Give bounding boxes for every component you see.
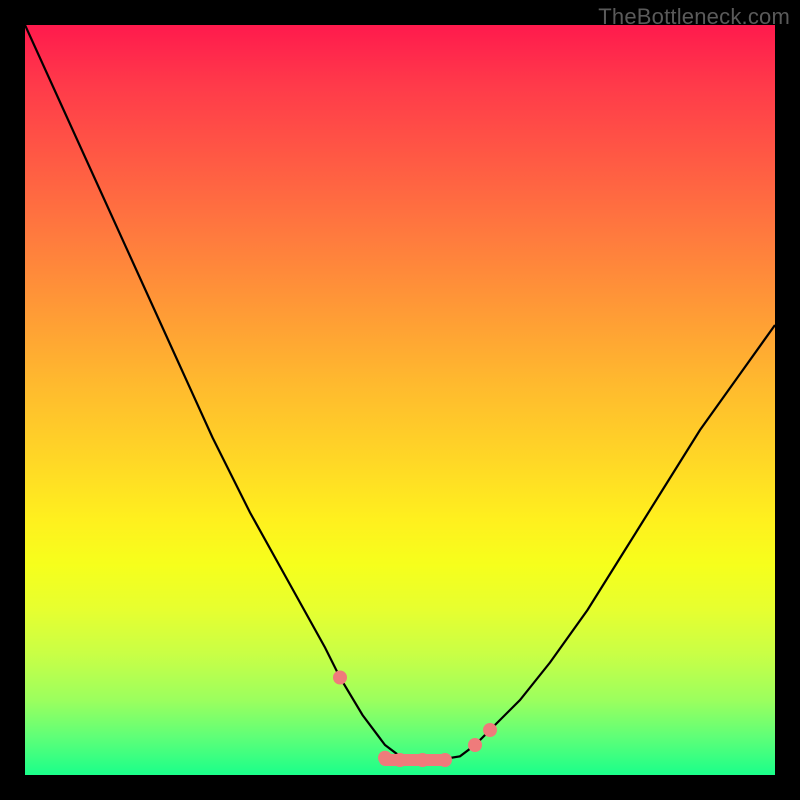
marker-dot [483,723,497,737]
marker-group [333,671,497,768]
marker-dot [438,753,452,767]
marker-dot [393,753,407,767]
marker-dot [416,753,430,767]
marker-dot [378,751,392,765]
chart-frame: TheBottleneck.com [0,0,800,800]
bottleneck-curve [25,25,775,760]
marker-dot [468,738,482,752]
marker-dot [333,671,347,685]
chart-overlay [25,25,775,775]
watermark-label: TheBottleneck.com [598,4,790,30]
